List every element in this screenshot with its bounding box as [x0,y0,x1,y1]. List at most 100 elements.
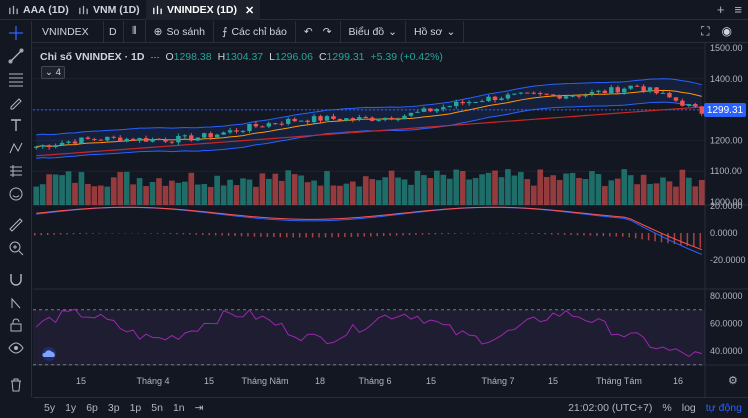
volume-bar [52,174,59,205]
compare-label: So sánh [166,25,205,38]
trend-line-icon[interactable] [0,44,32,67]
crosshair-icon[interactable] [0,21,32,44]
last-price-tag: 1299.31 [704,103,746,117]
macd-histogram-bar [518,233,521,234]
zoom-in-icon[interactable] [0,236,32,259]
volume-bar [550,175,556,205]
settings-icon[interactable]: ⋯ [150,52,159,63]
lock-drawing-icon[interactable] [0,290,32,313]
candle-body [221,132,226,135]
volume-bar [272,173,279,205]
volume-bar [317,185,324,205]
calendar-icon[interactable]: ⇥ [190,402,209,414]
undo-icon[interactable]: ↶ [304,26,313,38]
smiley-icon[interactable] [0,182,32,205]
projection-icon[interactable] [0,159,32,182]
camera-icon[interactable]: ◉ [722,24,732,39]
symbol-search[interactable]: VNINDEX [32,20,104,43]
cloud-icon[interactable] [40,347,58,361]
volume-bar [485,172,492,205]
redo-icon[interactable]: ↷ [323,26,332,38]
range-1n[interactable]: 1n [168,402,190,414]
macd-histogram-bar [189,233,191,235]
macd-histogram-bar [596,233,598,236]
lock-icon[interactable] [0,313,32,336]
volume-bar [621,169,628,205]
open-label: O [165,51,174,63]
candles-icon [79,5,88,14]
macd-histogram-bar [350,233,353,237]
menu-icon[interactable]: ≡ [734,2,742,17]
macd-histogram-bar [667,233,669,244]
bar-style-button[interactable]: ⦀ [124,20,146,43]
range-3p[interactable]: 3p [103,402,125,414]
volume-bar [556,179,563,205]
volume-bar [589,171,595,205]
main-legend: Chỉ số VNINDEX · 1D ⋯ O1298.38 H1304.37 … [40,51,443,63]
macd-histogram-bar [46,233,49,235]
candle-body [34,146,39,148]
chart-area[interactable]: 1500.001400.001300.001200.001100.001000.… [33,43,748,397]
candle-body [143,138,149,142]
volume-bar [72,182,78,205]
price-tick-label: 1400.00 [710,74,743,84]
eye-icon[interactable] [0,336,32,359]
range-5n[interactable]: 5n [146,402,168,414]
collapsed-indicators[interactable]: ⌄ 4 [41,66,65,79]
volume-bar [311,180,317,205]
macd-histogram-bar [570,233,572,236]
chart-type-menu[interactable]: Biểu đồ ⌄ [341,20,406,43]
macd-histogram-bar [634,233,637,239]
interval-button[interactable]: D [104,20,124,43]
candle-body [460,101,465,104]
candle-body [512,93,517,95]
candle-body [473,101,478,103]
volume-bar [543,177,550,205]
range-5y[interactable]: 5y [39,402,60,414]
auto-toggle[interactable]: tự động [706,402,742,414]
close-icon[interactable]: ✕ [245,4,254,17]
pattern-icon[interactable] [0,136,32,159]
fib-icon[interactable] [0,67,32,90]
range-6p[interactable]: 6p [81,402,103,414]
volume-bar [408,184,414,205]
clock[interactable]: 21:02:00 (UTC+7) [568,402,652,414]
chart-canvas[interactable]: 1500.001400.001300.001200.001100.001000.… [33,43,748,397]
profile-menu[interactable]: Hồ sơ ⌄ [406,20,465,43]
ruler-icon[interactable] [0,213,32,236]
volume-bar [59,175,65,205]
close-label: C [318,51,327,63]
text-icon[interactable] [0,113,32,136]
candle-body [266,123,272,127]
tab-vnm[interactable]: VNM (1D) [72,0,146,20]
brush-icon[interactable] [0,90,32,113]
range-1p[interactable]: 1p [125,402,147,414]
close-value: 1299.31 [326,51,365,63]
macd-histogram-bar [538,233,540,235]
macd-histogram-bar [279,233,282,238]
candle-body [118,137,123,142]
volume-bar [207,186,214,205]
indicators-button[interactable]: ⨍ Các chỉ báo [214,20,296,43]
candle-body [344,118,349,121]
time-tick-label: 15 [548,376,558,386]
volume-bar [194,184,201,205]
candle-body [169,141,175,143]
candle-body [680,100,685,106]
candle-body [415,111,420,113]
magnet-icon[interactable] [0,267,32,290]
percent-toggle[interactable]: % [662,402,671,414]
tab-aaa[interactable]: AAA (1D) [2,0,75,20]
tab-vnindex[interactable]: VNINDEX (1D) ✕ [146,0,261,20]
trash-icon[interactable] [0,373,32,396]
time-tick-label: Tháng 4 [136,376,169,386]
fullscreen-icon[interactable]: ⛶ [701,24,709,39]
add-tab-icon[interactable]: + [717,2,725,17]
symbol-title: Chỉ số VNINDEX · 1D [40,51,145,63]
compare-button[interactable]: ⊕ So sánh [146,20,214,43]
volume-bar [686,177,692,205]
candle-body [421,108,427,112]
log-toggle[interactable]: log [682,402,696,414]
drawing-toolbar [0,21,32,397]
range-1y[interactable]: 1y [60,402,81,414]
